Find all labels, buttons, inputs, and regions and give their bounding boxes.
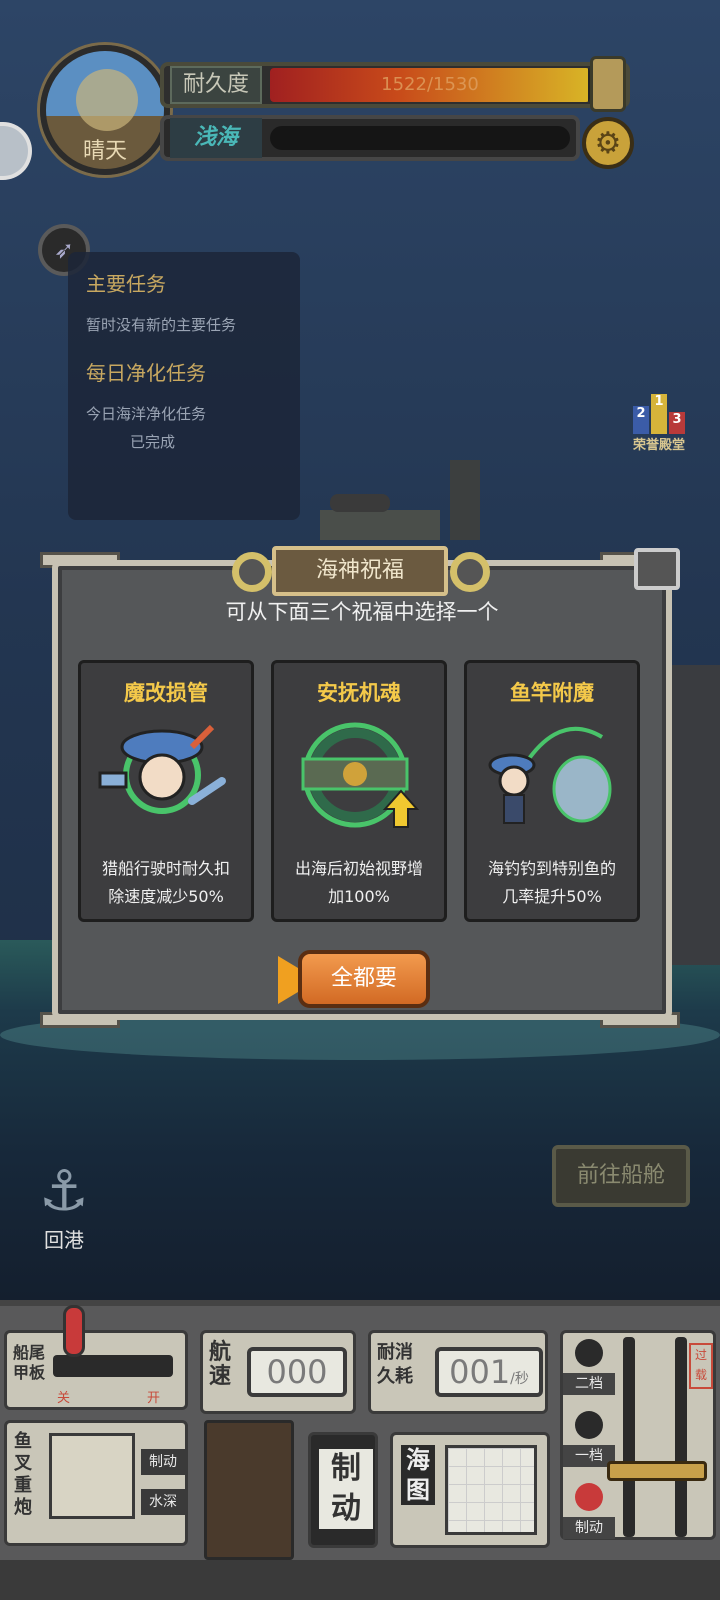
- ship-wheel-icon: [301, 722, 420, 828]
- return-port-button[interactable]: ⚓ 回港: [22, 1159, 106, 1253]
- big-brake-label: 制动: [319, 1449, 373, 1529]
- dialog-ring-right: [450, 552, 490, 592]
- harpoon-panel: 鱼叉重炮 制动 水深: [4, 1420, 188, 1546]
- brake-knob[interactable]: [575, 1483, 603, 1511]
- ship-cannon: [320, 460, 480, 540]
- harpoon-brake-button[interactable]: 制动: [141, 1449, 185, 1475]
- depth-button[interactable]: 水深: [141, 1489, 185, 1515]
- card-title: 安抚机魂: [317, 681, 401, 705]
- return-port-label: 回港: [44, 1228, 84, 1252]
- blessing-card-rod-enchant[interactable]: 鱼竿附魔 海钓钓到特别鱼的 几率提升50%: [464, 660, 640, 922]
- card-desc-line: 海钓钓到特别鱼的: [487, 859, 616, 878]
- stern-deck-panel: 船尾 甲板 关 开: [4, 1305, 188, 1410]
- card-desc-line: 出海后初始视野增: [294, 859, 423, 878]
- daily-quest-title: 每日净化任务: [86, 361, 206, 385]
- sea-map-label: 海图: [401, 1445, 435, 1505]
- durability-label: 耐久度: [170, 66, 262, 104]
- gear2-knob[interactable]: [575, 1339, 603, 1367]
- stern-on-label: 开: [147, 1391, 161, 1406]
- stern-lever[interactable]: [63, 1305, 85, 1357]
- big-brake-button[interactable]: 制动: [308, 1432, 378, 1548]
- card-desc-line: 除速度减少50%: [108, 887, 224, 906]
- podium-second: 2: [633, 406, 649, 434]
- throttle-handle[interactable]: [607, 1461, 707, 1481]
- dialog-subtitle: 可从下面三个祝福中选择一个: [225, 600, 499, 624]
- weather-label: 晴天: [82, 139, 127, 164]
- weather-dial: 晴天: [40, 45, 170, 175]
- podium-first: 1: [651, 394, 667, 434]
- speed-display: 000: [247, 1347, 347, 1397]
- stern-off-label: 关: [57, 1391, 71, 1406]
- podium-icon: 2 1 3: [624, 392, 694, 434]
- mode-track: [270, 126, 570, 150]
- blessing-card-damage-control[interactable]: 魔改损管 猎船行驶时耐久扣 除速度减少50%: [78, 660, 254, 922]
- card-title: 鱼竿附魔: [510, 681, 594, 705]
- stern-label: 船尾 甲板: [13, 1343, 46, 1382]
- daily-quest-status: 已完成: [130, 433, 176, 451]
- card-desc-line: 加100%: [328, 887, 390, 906]
- stern-slot: [53, 1355, 173, 1377]
- blessing-card-machine-spirit[interactable]: 安抚机魂 出海后初始视野增 加100%: [271, 660, 447, 922]
- gear1-knob[interactable]: [575, 1411, 603, 1439]
- anchor-icon: ⚓: [38, 1159, 90, 1224]
- card-desc-line: 几率提升50%: [502, 887, 602, 906]
- quest-panel: 主要任务 暂时没有新的主要任务 每日净化任务 今日海洋净化任务 已完成: [68, 252, 300, 520]
- settings-gear-icon[interactable]: ⚙: [582, 117, 634, 169]
- throttle-rail: [623, 1337, 635, 1537]
- panel-base: [0, 1560, 720, 1600]
- sun-icon: [76, 69, 138, 131]
- durability-value: 1522/1530: [381, 74, 479, 95]
- consume-display: 001/秒: [435, 1347, 543, 1397]
- go-cabin-button[interactable]: 前往船舱: [552, 1145, 690, 1207]
- take-all-button[interactable]: 全都要: [298, 950, 430, 1008]
- monitor-icon: [634, 548, 680, 590]
- sea-mode-label: 浅海: [170, 118, 262, 158]
- mechanic-character-icon: [98, 724, 226, 814]
- speed-label: 航速: [209, 1340, 232, 1389]
- sea-map-grid: [445, 1445, 537, 1535]
- fishing-character-icon: [488, 726, 612, 824]
- dialog-title: 海神祝福: [272, 546, 448, 596]
- sea-map-panel[interactable]: 海图: [390, 1432, 550, 1548]
- honor-hall-button[interactable]: 2 1 3 荣誉殿堂: [624, 392, 694, 462]
- gear2-label: 二档: [563, 1373, 615, 1395]
- harpoon-screen: [49, 1433, 135, 1519]
- main-quest-title: 主要任务: [86, 272, 166, 296]
- consume-label: 耐消 久耗: [377, 1342, 413, 1387]
- card-desc-line: 猎船行驶时耐久扣: [101, 859, 230, 878]
- harpoon-label: 鱼叉重炮: [14, 1431, 32, 1518]
- throttle-rail: [675, 1337, 687, 1537]
- card-title: 魔改损管: [124, 681, 208, 705]
- speed-panel: 航速 000: [200, 1330, 356, 1414]
- consumption-panel: 耐消 久耗 001/秒: [368, 1330, 548, 1414]
- overload-label: 过载: [689, 1343, 713, 1389]
- honor-hall-label: 荣誉殿堂: [632, 438, 685, 453]
- storage-crate: [204, 1420, 294, 1560]
- dialog-ring-left: [232, 552, 272, 592]
- podium-third: 3: [669, 412, 685, 434]
- gear-panel: 二档 一档 制动 过载: [560, 1330, 716, 1540]
- daily-quest-text: 今日海洋净化任务: [86, 405, 207, 423]
- brake-small-label: 制动: [563, 1517, 615, 1539]
- durability-cap: [590, 56, 626, 112]
- main-quest-text: 暂时没有新的主要任务: [86, 316, 237, 334]
